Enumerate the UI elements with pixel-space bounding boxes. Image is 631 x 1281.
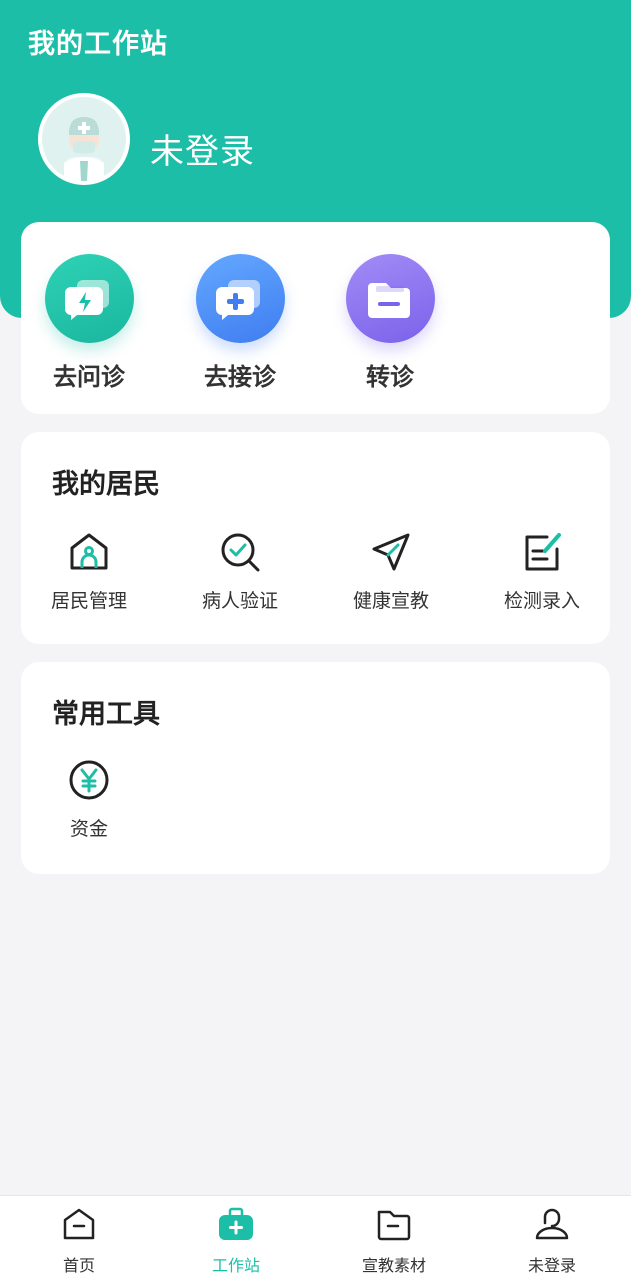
quick-action-receive[interactable]: 去接诊 [175, 254, 305, 392]
health-education-item[interactable]: 健康宣教 [321, 530, 461, 613]
medkit-icon [218, 1206, 254, 1242]
common-tools-card: 常用工具 资金 [21, 662, 610, 874]
house-person-icon [67, 530, 111, 574]
grid-item-label: 健康宣教 [352, 590, 429, 612]
quick-action-label: 去问诊 [53, 363, 125, 391]
folder-transfer-icon [345, 254, 435, 343]
home-icon [61, 1206, 97, 1242]
doctor-avatar-icon [42, 97, 126, 181]
quick-actions-card: 去问诊 去接诊 转诊 [21, 222, 610, 414]
tab-home[interactable]: 首页 [19, 1206, 139, 1276]
bottom-tab-bar: 首页 工作站 宣教素材 未登录 [0, 1195, 631, 1281]
patient-verify-item[interactable]: 病人验证 [170, 530, 310, 613]
quick-action-label: 去接诊 [204, 363, 276, 391]
grid-item-label: 检测录入 [503, 590, 580, 612]
tab-profile[interactable]: 未登录 [492, 1206, 612, 1276]
yuan-icon [67, 758, 111, 802]
lightning-chat-icon [44, 254, 134, 343]
avatar[interactable] [38, 93, 130, 185]
edit-note-icon [520, 530, 564, 574]
quick-action-referral[interactable]: 转诊 [325, 254, 455, 392]
section-title: 我的居民 [52, 469, 160, 500]
page-title: 我的工作站 [28, 29, 168, 60]
tab-label: 未登录 [527, 1256, 576, 1275]
tab-label: 宣教素材 [361, 1256, 426, 1275]
tab-workstation[interactable]: 工作站 [176, 1206, 296, 1276]
grid-item-label: 病人验证 [201, 590, 278, 612]
tab-label: 工作站 [211, 1256, 260, 1275]
plus-chat-icon [195, 254, 285, 343]
quick-action-consult[interactable]: 去问诊 [24, 254, 154, 392]
grid-item-label: 资金 [69, 818, 108, 840]
resident-management-item[interactable]: 居民管理 [19, 530, 159, 613]
send-plane-icon [369, 530, 413, 574]
test-entry-item[interactable]: 检测录入 [472, 530, 612, 613]
funds-item[interactable]: 资金 [19, 758, 159, 841]
quick-action-label: 转诊 [366, 363, 414, 391]
user-icon [534, 1206, 570, 1242]
user-name[interactable]: 未登录 [150, 124, 255, 173]
tab-label: 首页 [62, 1256, 95, 1275]
section-title: 常用工具 [52, 699, 160, 730]
folder-icon [376, 1206, 412, 1242]
my-residents-card: 我的居民 居民管理 病人验证 健康宣教 检测录入 [21, 432, 610, 644]
grid-item-label: 居民管理 [50, 590, 127, 612]
search-check-icon [218, 530, 262, 574]
tab-education-materials[interactable]: 宣教素材 [334, 1206, 454, 1276]
